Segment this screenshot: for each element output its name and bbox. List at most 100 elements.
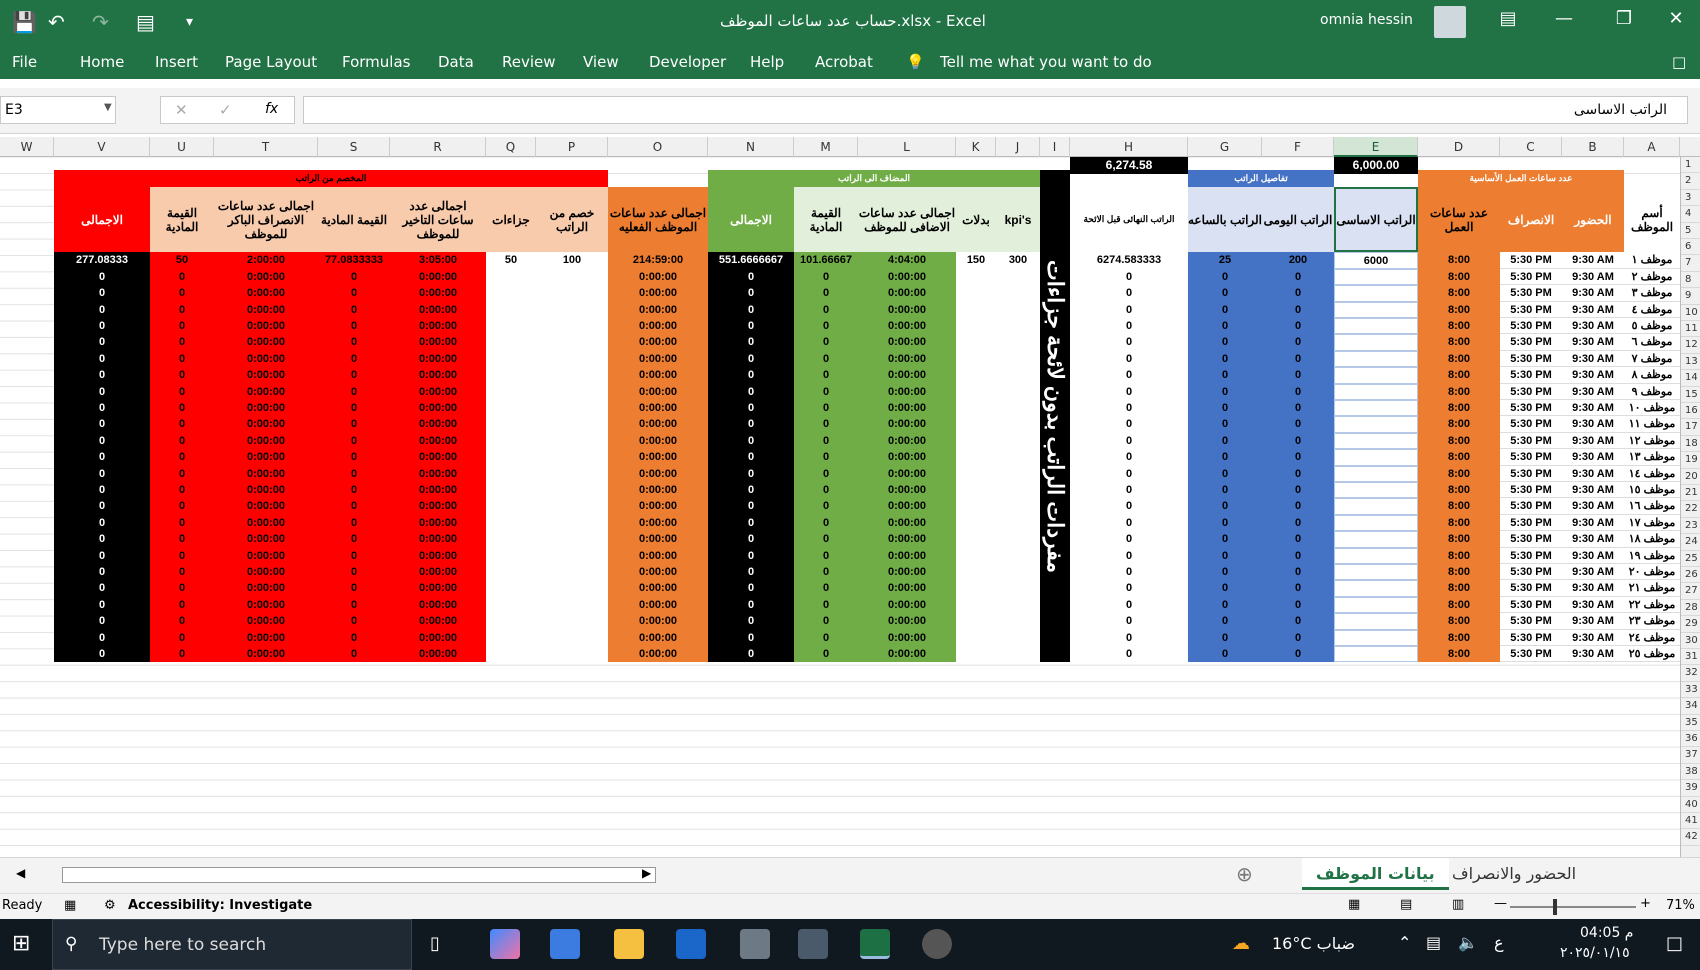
cell-s-24[interactable]: 0 bbox=[318, 629, 390, 646]
cell-e-6[interactable] bbox=[1334, 334, 1418, 351]
cell-k-21[interactable] bbox=[956, 580, 996, 597]
cell-b-10[interactable]: 9:30 AM bbox=[1562, 399, 1624, 417]
cell-t-12[interactable]: 0:00:00 bbox=[214, 432, 318, 450]
cancel-icon[interactable]: ✕ bbox=[175, 101, 188, 119]
cell-t-22[interactable]: 0:00:00 bbox=[214, 596, 318, 614]
header-r[interactable]: اجمالى عدد ساعات التاخير للموظف bbox=[390, 186, 486, 253]
cell-b-12[interactable]: 9:30 AM bbox=[1562, 432, 1624, 450]
cell-p-16[interactable] bbox=[536, 498, 608, 515]
cell-u-18[interactable]: 0 bbox=[150, 531, 214, 548]
menu-developer[interactable]: Developer bbox=[649, 53, 726, 71]
cell-d-11[interactable]: 8:00 bbox=[1418, 416, 1500, 433]
cell-t-24[interactable]: 0:00:00 bbox=[214, 629, 318, 646]
cell-h-12[interactable]: 0 bbox=[1070, 432, 1188, 450]
column-header-p[interactable]: P bbox=[536, 137, 608, 157]
cell-d-21[interactable]: 8:00 bbox=[1418, 580, 1500, 597]
cell-a-4[interactable]: موظف ٤ bbox=[1624, 301, 1680, 318]
row-header-31[interactable]: 31 bbox=[1681, 649, 1700, 666]
cell-f-22[interactable]: 0 bbox=[1262, 596, 1334, 614]
row-header-25[interactable]: 25 bbox=[1681, 551, 1700, 567]
cell-e-17[interactable] bbox=[1334, 514, 1418, 532]
cell-s-10[interactable]: 0 bbox=[318, 399, 390, 417]
cell-u-4[interactable]: 0 bbox=[150, 301, 214, 318]
cell-p-6[interactable] bbox=[536, 334, 608, 351]
cell-l-1[interactable]: 4:04:00 bbox=[858, 252, 956, 269]
cell-j-5[interactable] bbox=[996, 317, 1040, 335]
cell-f-13[interactable]: 0 bbox=[1262, 449, 1334, 466]
cell-r-1[interactable]: 3:05:00 bbox=[390, 252, 486, 269]
cell-n-17[interactable]: 0 bbox=[708, 514, 794, 532]
cell-m-12[interactable]: 0 bbox=[794, 432, 858, 450]
row-header-32[interactable]: 32 bbox=[1681, 665, 1700, 682]
cell-v-18[interactable]: 0 bbox=[54, 531, 150, 548]
cell-q-9[interactable] bbox=[486, 383, 536, 400]
row-header-13[interactable]: 13 bbox=[1681, 354, 1700, 371]
cell-s-13[interactable]: 0 bbox=[318, 449, 390, 466]
column-header-s[interactable]: S bbox=[318, 137, 390, 157]
cell-t-23[interactable]: 0:00:00 bbox=[214, 613, 318, 630]
cell-j-16[interactable] bbox=[996, 498, 1040, 515]
cell-u-21[interactable]: 0 bbox=[150, 580, 214, 597]
cell-k-16[interactable] bbox=[956, 498, 996, 515]
cell-f-4[interactable]: 0 bbox=[1262, 301, 1334, 318]
cell-k-22[interactable] bbox=[956, 596, 996, 614]
cell-d-17[interactable]: 8:00 bbox=[1418, 514, 1500, 532]
cell-n-12[interactable]: 0 bbox=[708, 432, 794, 450]
cell-u-25[interactable]: 0 bbox=[150, 645, 214, 663]
calculator-icon[interactable] bbox=[740, 929, 770, 959]
cell-r-14[interactable]: 0:00:00 bbox=[390, 465, 486, 482]
cell-t-19[interactable]: 0:00:00 bbox=[214, 547, 318, 564]
cell-s-8[interactable]: 0 bbox=[318, 367, 390, 384]
cell-q-5[interactable] bbox=[486, 317, 536, 335]
cell-g-15[interactable]: 0 bbox=[1188, 481, 1262, 499]
cell-v-22[interactable]: 0 bbox=[54, 596, 150, 614]
row-header-27[interactable]: 27 bbox=[1681, 583, 1700, 600]
undo-icon[interactable]: ↶ bbox=[48, 10, 65, 34]
cell-d-8[interactable]: 8:00 bbox=[1418, 367, 1500, 384]
cell-l-5[interactable]: 0:00:00 bbox=[858, 317, 956, 335]
row-header-1[interactable]: 1 bbox=[1681, 157, 1700, 174]
cell-o-12[interactable]: 0:00:00 bbox=[608, 432, 708, 450]
cell-s-19[interactable]: 0 bbox=[318, 547, 390, 564]
cell-h-1[interactable]: 6274.583333 bbox=[1070, 252, 1188, 269]
cell-p-14[interactable] bbox=[536, 465, 608, 482]
cell-c-7[interactable]: 5:30 PM bbox=[1500, 350, 1562, 368]
zoom-out-icon[interactable]: — bbox=[1494, 896, 1507, 911]
cell-e-13[interactable] bbox=[1334, 449, 1418, 466]
cell-q-17[interactable] bbox=[486, 514, 536, 532]
cell-a-24[interactable]: موظف ٢٤ bbox=[1624, 629, 1680, 646]
cell-t-17[interactable]: 0:00:00 bbox=[214, 514, 318, 532]
row-header-36[interactable]: 36 bbox=[1681, 731, 1700, 748]
cell-g-8[interactable]: 0 bbox=[1188, 367, 1262, 384]
cell-r-7[interactable]: 0:00:00 bbox=[390, 350, 486, 368]
row-header-6[interactable]: 6 bbox=[1681, 239, 1700, 256]
cell-o-6[interactable]: 0:00:00 bbox=[608, 334, 708, 351]
tab-employee-data[interactable]: بيانات الموظف bbox=[1302, 858, 1449, 890]
cell-q-20[interactable] bbox=[486, 563, 536, 581]
cell-p-4[interactable] bbox=[536, 301, 608, 318]
cell-d-10[interactable]: 8:00 bbox=[1418, 399, 1500, 417]
cell-o-13[interactable]: 0:00:00 bbox=[608, 449, 708, 466]
cell-r-24[interactable]: 0:00:00 bbox=[390, 629, 486, 646]
zoom-level[interactable]: 71% bbox=[1666, 898, 1695, 913]
cell-e-10[interactable] bbox=[1334, 399, 1418, 417]
column-header-n[interactable]: N bbox=[708, 137, 794, 157]
ribbon-display-icon[interactable]: ▤ bbox=[1488, 8, 1528, 29]
cell-t-14[interactable]: 0:00:00 bbox=[214, 465, 318, 482]
cell-r-23[interactable]: 0:00:00 bbox=[390, 613, 486, 630]
cell-v-21[interactable]: 0 bbox=[54, 580, 150, 597]
cell-v-17[interactable]: 0 bbox=[54, 514, 150, 532]
cell-t-25[interactable]: 0:00:00 bbox=[214, 645, 318, 663]
cell-l-4[interactable]: 0:00:00 bbox=[858, 301, 956, 318]
cell-p-7[interactable] bbox=[536, 350, 608, 368]
cell-t-9[interactable]: 0:00:00 bbox=[214, 383, 318, 400]
menu-home[interactable]: Home bbox=[80, 53, 124, 71]
cell-d-14[interactable]: 8:00 bbox=[1418, 465, 1500, 482]
cell-d-18[interactable]: 8:00 bbox=[1418, 531, 1500, 548]
cell-o-22[interactable]: 0:00:00 bbox=[608, 596, 708, 614]
cell-o-17[interactable]: 0:00:00 bbox=[608, 514, 708, 532]
cell-m-24[interactable]: 0 bbox=[794, 629, 858, 646]
cell-h-15[interactable]: 0 bbox=[1070, 481, 1188, 499]
cell-j-8[interactable] bbox=[996, 367, 1040, 384]
row-header-7[interactable]: 7 bbox=[1681, 255, 1700, 272]
